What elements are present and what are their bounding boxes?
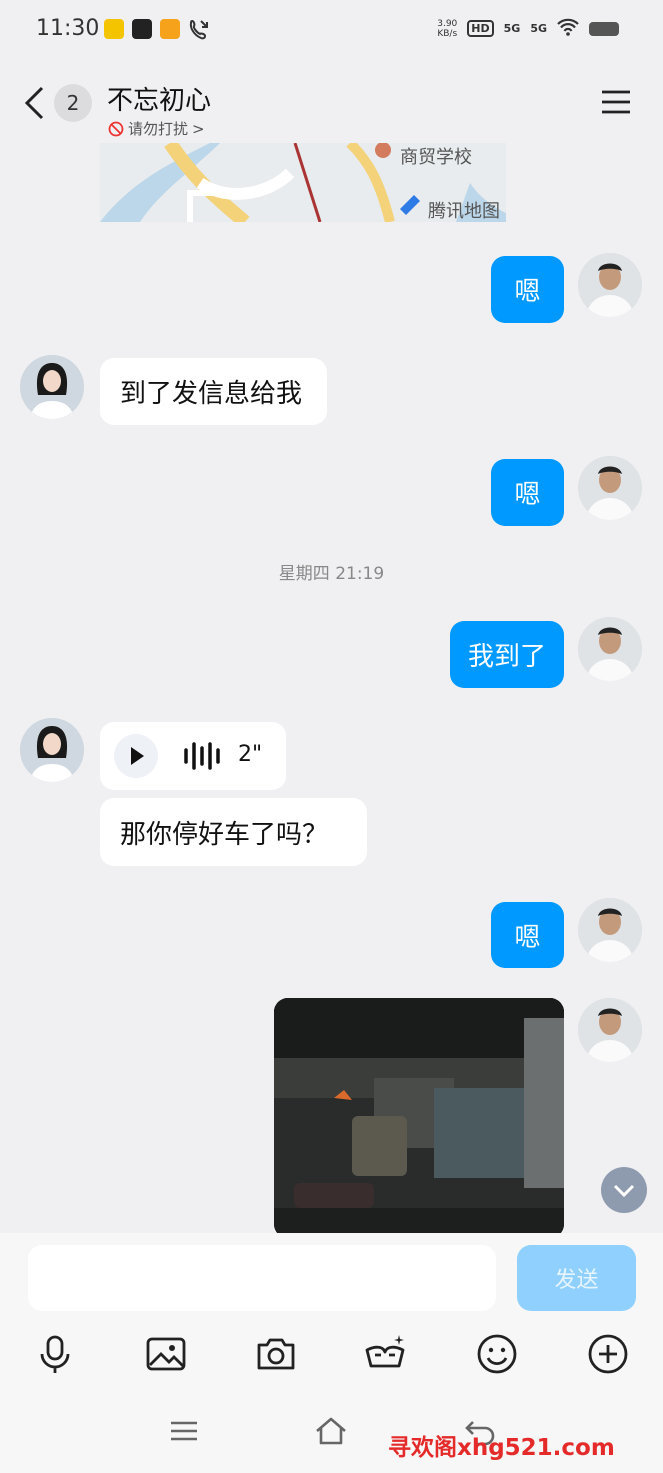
app-notification-icon (132, 19, 152, 39)
play-button[interactable] (114, 734, 158, 778)
avatar-self[interactable] (578, 898, 642, 962)
message-bubble-sent[interactable]: 嗯 (491, 256, 564, 323)
message-timestamp: 星期四 21:19 (278, 564, 385, 584)
emoji-icon (477, 1334, 517, 1374)
image-icon (146, 1337, 186, 1371)
do-not-disturb-status[interactable]: 请勿打扰 > (108, 118, 205, 139)
microphone-icon (40, 1335, 70, 1373)
signal-5g-2: 5G (530, 22, 547, 35)
location-map-preview[interactable]: 商贸学校 腾讯地图 (100, 143, 506, 222)
back-button[interactable] (22, 86, 50, 120)
avatar-contact[interactable] (20, 718, 84, 782)
image-button[interactable] (144, 1332, 188, 1376)
no-entry-icon (108, 121, 124, 136)
hd-badge: HD (467, 20, 494, 37)
sticker-button[interactable] (363, 1332, 407, 1376)
app-notification-icon (104, 19, 124, 39)
scroll-to-bottom-button[interactable] (601, 1167, 647, 1213)
camera-icon (257, 1338, 295, 1370)
battery-icon (589, 21, 619, 36)
map-place-label: 商贸学校 (400, 147, 472, 168)
voice-wave-icon (184, 742, 222, 774)
avatar-contact[interactable] (20, 355, 84, 419)
status-indicators: 3.90 KB/s HD 5G 5G (437, 18, 619, 39)
nav-home-button[interactable] (314, 1414, 348, 1448)
message-bubble-sent[interactable]: 我到了 (450, 621, 564, 688)
avatar-self[interactable] (578, 998, 642, 1062)
status-time: 11:30 (36, 16, 100, 41)
message-bubble-received[interactable]: 到了发信息给我 (100, 358, 327, 425)
message-bubble-sent[interactable]: 嗯 (491, 459, 564, 526)
avatar-self[interactable] (578, 456, 642, 520)
network-speed: 3.90 KB/s (437, 18, 458, 39)
avatar-self[interactable] (578, 617, 642, 681)
message-bubble-received[interactable]: 那你停好车了吗？ (100, 798, 367, 866)
back-chevron-icon (24, 86, 44, 120)
dnd-label: 请勿打扰 (128, 120, 189, 138)
menu-button[interactable] (600, 89, 632, 115)
camera-button[interactable] (254, 1332, 298, 1376)
menu-icon (602, 90, 630, 114)
home-icon (316, 1417, 346, 1445)
plus-icon (588, 1334, 628, 1374)
play-icon (131, 747, 144, 765)
map-provider-label: 腾讯地图 (428, 201, 500, 222)
signal-5g-1: 5G (503, 22, 521, 35)
message-input[interactable] (28, 1245, 496, 1311)
nav-menu-button[interactable] (167, 1414, 201, 1448)
watermark: 寻欢阁xhg521.com (388, 1435, 615, 1461)
send-button[interactable]: 发送 (517, 1245, 636, 1311)
avatar-self[interactable] (578, 253, 642, 317)
chat-title[interactable]: 不忘初心 (107, 80, 211, 117)
chevron-down-icon (613, 1184, 635, 1198)
unread-count-badge[interactable]: 2 (54, 84, 92, 122)
voice-input-button[interactable] (33, 1332, 77, 1376)
dnd-chevron: > (192, 119, 205, 138)
wifi-icon (557, 18, 579, 39)
photo-content (274, 998, 564, 1238)
emoji-button[interactable] (475, 1332, 519, 1376)
status-bar: 11:30 3.90 KB/s HD 5G 5G (0, 0, 663, 60)
message-bubble-sent[interactable]: 嗯 (491, 902, 564, 968)
voice-duration: 2" (238, 742, 263, 767)
app-notification-icon (160, 19, 180, 39)
more-button[interactable] (586, 1332, 630, 1376)
recent-apps-icon (171, 1421, 197, 1441)
missed-call-icon (188, 18, 210, 44)
sticker-icon (365, 1335, 405, 1368)
voice-message[interactable]: 2" (100, 722, 286, 790)
image-message[interactable] (274, 998, 564, 1238)
